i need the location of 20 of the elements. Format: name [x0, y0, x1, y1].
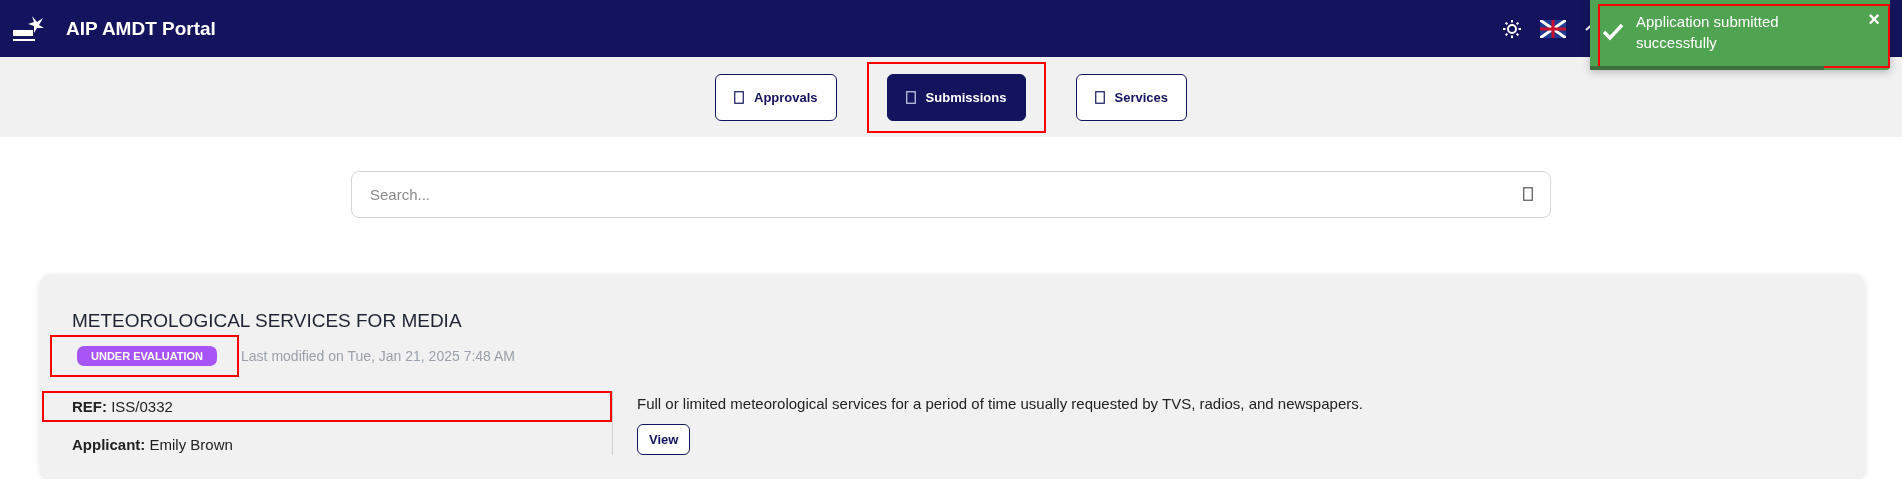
description-text: Full or limited meteorological services for a period of time usually requested by TVS, radios, and newspapers. — [637, 395, 1363, 412]
applicant-text: Applicant: Emily Brown — [72, 436, 234, 453]
last-modified-text: Last modified on Tue, Jan 21, 2025 7:48 AM — [241, 348, 515, 364]
nav-tab[interactable]: Submissions — [886, 73, 1026, 121]
toast-message: Application submitted successfully — [1636, 12, 1780, 53]
nav-tab[interactable]: Services — [1075, 73, 1187, 121]
placeholder-icon — [734, 90, 744, 104]
sun-icon[interactable] — [1502, 18, 1522, 39]
reference-text: REF: ISS/0332 — [72, 398, 173, 415]
nav-tab[interactable]: Approvals — [715, 73, 837, 121]
app-title: AIP AMDT Portal — [66, 17, 216, 40]
flag-icon[interactable] — [1540, 19, 1566, 38]
search-field[interactable]: Search... — [351, 171, 1551, 218]
status-badge: UNDER EVALUATION — [77, 346, 218, 366]
check-icon — [1602, 23, 1624, 41]
placeholder-icon — [1094, 90, 1105, 104]
placeholder-icon — [905, 90, 916, 104]
submission-title: METEOROLOGICAL SERVICES FOR MEDIA — [72, 310, 463, 332]
search-icon — [1523, 187, 1533, 201]
view-button[interactable]: View — [637, 424, 691, 455]
